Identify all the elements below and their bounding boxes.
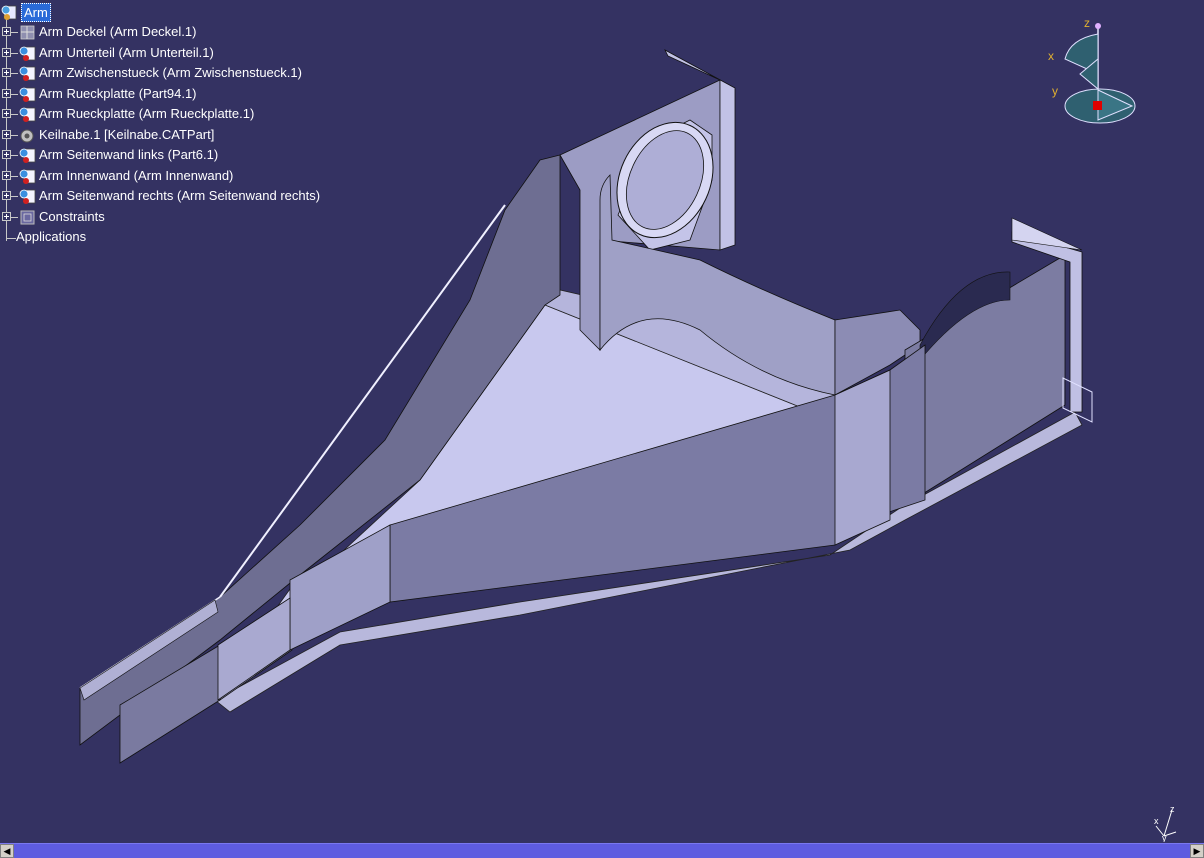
expand-plus-icon[interactable] (2, 129, 11, 139)
tree-item-label[interactable]: Arm Unterteil (Arm Unterteil.1) (39, 43, 214, 63)
part-icon (19, 87, 36, 102)
scroll-left-icon[interactable]: ◀ (0, 844, 14, 858)
expand-plus-icon[interactable] (2, 109, 11, 118)
tree-branch-line (11, 216, 18, 218)
gear-part-icon (20, 129, 34, 142)
expand-plus-icon[interactable] (2, 27, 11, 36)
part-icon (19, 46, 36, 61)
mini-axis-x: x (1154, 816, 1159, 826)
product-icon (1, 5, 17, 20)
part-icon (19, 66, 36, 81)
expand-plus-icon[interactable] (2, 68, 11, 77)
horizontal-scrollbar[interactable]: ◀ ▶ (0, 843, 1204, 858)
tree-item-label[interactable]: Arm Deckel (Arm Deckel.1) (39, 22, 196, 42)
constraints-icon (20, 210, 35, 224)
compass-y-label: y (1052, 84, 1058, 98)
expand-plus-icon[interactable] (2, 150, 11, 159)
tree-branch-line (11, 175, 18, 177)
expand-plus-icon[interactable] (2, 88, 11, 98)
tree-item-label[interactable]: Arm Zwischenstueck (Arm Zwischenstueck.1… (39, 63, 302, 83)
expand-plus-icon[interactable] (2, 211, 11, 221)
mini-axis-y: y (1162, 833, 1167, 842)
expand-plus-icon[interactable] (2, 191, 11, 200)
axis-triad: z x y (1154, 804, 1177, 842)
tree-item-label[interactable]: Arm Seitenwand rechts (Arm Seitenwand re… (39, 186, 320, 206)
tree-item-label[interactable]: Arm Innenwand (Arm Innenwand) (39, 166, 233, 186)
expand-plus-icon[interactable] (2, 170, 11, 180)
scroll-right-icon[interactable]: ▶ (1190, 844, 1204, 858)
tree-item-label[interactable]: Keilnabe.1 [Keilnabe.CATPart] (39, 125, 214, 145)
tree-branch-line (11, 32, 18, 33)
tree-branch-line (11, 93, 18, 95)
tree-branch-line (11, 52, 18, 54)
compass-x-label: x (1048, 49, 1054, 63)
applications-elbow (6, 238, 16, 239)
tree-item-label[interactable]: Arm Rueckplatte (Arm Rueckplatte.1) (39, 104, 254, 124)
tree-item-label[interactable]: Constraints (39, 207, 105, 227)
tree-root-label[interactable]: Arm (21, 3, 51, 22)
tree-item-label[interactable]: Arm Seitenwand links (Part6.1) (39, 145, 218, 165)
compass-widget[interactable]: z x y (1040, 14, 1150, 134)
tree-branch-line (11, 134, 18, 136)
part-icon (19, 148, 36, 163)
sheetmetal-part-icon (20, 25, 35, 40)
part-icon (19, 189, 36, 204)
part-icon (19, 107, 36, 122)
mini-axis-z: z (1170, 804, 1175, 814)
tree-branch-line (11, 155, 18, 156)
tree-branch-line (11, 114, 18, 115)
tree-item-label[interactable]: Arm Rueckplatte (Part94.1) (39, 84, 197, 104)
compass-z-label: z (1084, 16, 1090, 30)
3d-viewport[interactable]: z x y z x y Arm Arm Deckel (Arm Deckel.1… (0, 0, 1204, 843)
expand-plus-icon[interactable] (2, 47, 11, 57)
tree-branch-line (11, 196, 18, 197)
tree-branch-line (11, 73, 18, 74)
tree-item-label[interactable]: Applications (16, 227, 86, 247)
part-icon (19, 169, 36, 184)
